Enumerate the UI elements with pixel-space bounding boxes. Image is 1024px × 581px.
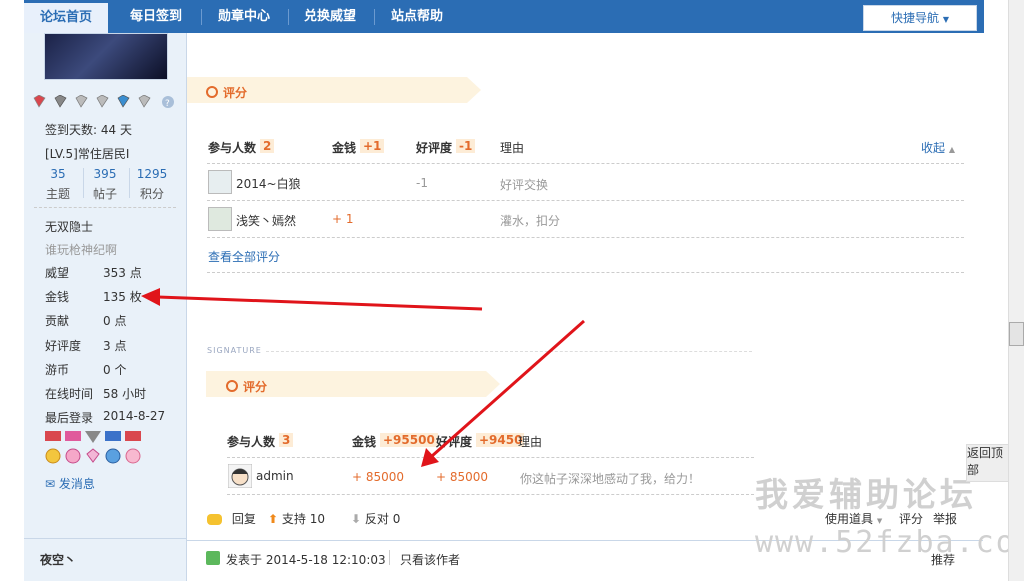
scrollbar-thumb[interactable] (1009, 322, 1024, 346)
annotation-arrow-line (157, 295, 483, 311)
scrollbar-track[interactable] (1008, 0, 1024, 581)
back-to-top-button[interactable]: 返回顶部 (966, 444, 1010, 482)
annotation-arrows (141, 288, 585, 467)
annotation-arrow-line (431, 319, 585, 458)
annotation-arrowhead (141, 288, 160, 306)
